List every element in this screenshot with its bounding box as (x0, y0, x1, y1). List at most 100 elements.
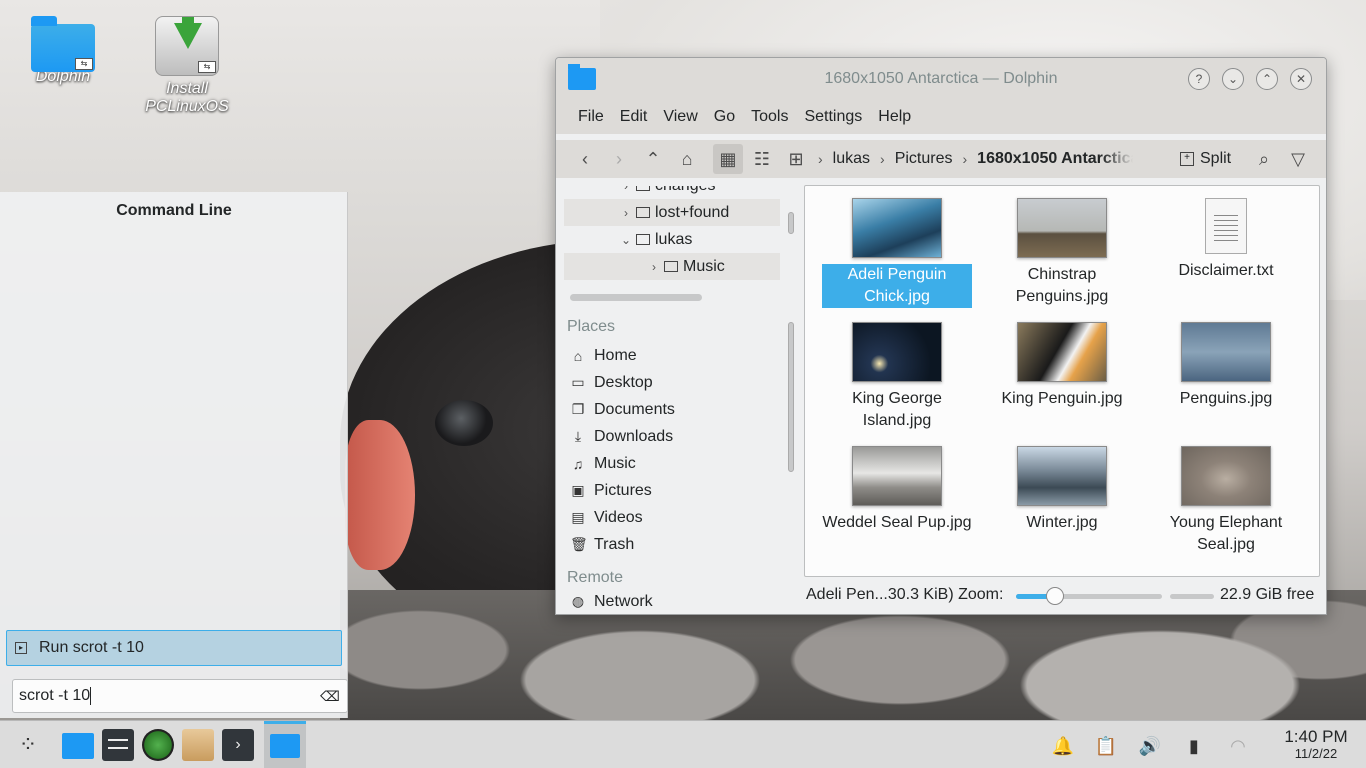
home-button[interactable]: ⌂ (672, 144, 702, 174)
menu-edit[interactable]: Edit (612, 108, 656, 126)
image-thumbnail (1181, 322, 1271, 382)
place-network[interactable]: ◍ Network (570, 593, 653, 613)
desktop-icon-install[interactable]: ⇆ Install PCLinuxOS (132, 16, 242, 116)
menu-settings[interactable]: Settings (796, 108, 870, 126)
pictures-icon: ▣ (571, 482, 585, 498)
details-view-button[interactable]: ⊞ (781, 144, 811, 174)
collapse-icon[interactable]: ⌄ (618, 233, 634, 247)
system-settings-launcher-icon[interactable] (102, 729, 134, 761)
network-icon: ◍ (571, 593, 585, 609)
command-input-text: scrot -t 10 (19, 687, 91, 705)
place-downloads[interactable]: ⤓ Downloads (570, 423, 673, 450)
back-button[interactable]: ‹ (570, 144, 600, 174)
file-item[interactable]: Weddel Seal Pup.jpg (822, 434, 972, 534)
clock-time: 1:40 PM (1284, 727, 1348, 746)
place-label: Trash (594, 535, 635, 553)
file-view[interactable]: Adeli Penguin Chick.jpg Chinstrap Pengui… (804, 185, 1320, 577)
place-videos[interactable]: ▤ Videos (570, 504, 642, 531)
trash-icon: 🗑 (570, 536, 588, 552)
menu-go[interactable]: Go (706, 108, 743, 126)
breadcrumb-pictures[interactable]: Pictures (895, 150, 953, 168)
zoom-slider-handle[interactable] (1046, 587, 1065, 605)
terminal-launcher-icon[interactable]: › (222, 729, 254, 761)
compact-view-button[interactable]: ☷ (747, 144, 777, 174)
tree-horizontal-scrollbar[interactable] (570, 294, 702, 301)
wallpaper-eye (435, 400, 493, 446)
file-item[interactable]: Disclaimer.txt (1151, 186, 1301, 282)
place-desktop[interactable]: ▭ Desktop (570, 369, 652, 396)
expand-icon[interactable]: › (618, 186, 634, 193)
menu-file[interactable]: File (570, 108, 612, 126)
expand-icon[interactable]: › (618, 206, 634, 220)
tree-vertical-scrollbar[interactable] (788, 212, 794, 234)
help-button[interactable]: ? (1188, 68, 1210, 90)
maximize-button[interactable]: ⌃ (1256, 68, 1278, 90)
file-item[interactable]: Penguins.jpg (1151, 310, 1301, 410)
places-vertical-scrollbar[interactable] (788, 322, 794, 472)
menu-tools[interactable]: Tools (743, 108, 796, 126)
breadcrumb-lukas[interactable]: lukas (833, 150, 870, 168)
up-button[interactable]: ⌃ (638, 144, 668, 174)
image-thumbnail (852, 198, 942, 258)
archive-launcher-icon[interactable] (182, 729, 214, 761)
place-home[interactable]: ⌂ Home (570, 342, 637, 369)
filter-button[interactable]: ▽ (1283, 144, 1313, 174)
file-name: Young Elephant Seal.jpg (1169, 514, 1283, 553)
desktop-icon-dolphin[interactable]: ⇆ Dolphin (8, 16, 118, 86)
menu-help[interactable]: Help (870, 108, 919, 126)
package-manager-launcher-icon[interactable] (142, 729, 174, 761)
volume-icon[interactable]: 🔊 (1137, 733, 1163, 759)
image-thumbnail (1181, 446, 1271, 506)
network-wifi-icon[interactable]: ◠ (1225, 733, 1251, 759)
menu-view[interactable]: View (655, 108, 705, 126)
file-name: Weddel Seal Pup.jpg (822, 514, 972, 531)
place-music[interactable]: ♫ Music (570, 450, 636, 477)
place-label: Downloads (594, 427, 674, 445)
icons-view-button[interactable]: ▦ (713, 144, 743, 174)
minimize-button[interactable]: ⌄ (1222, 68, 1244, 90)
notifications-icon[interactable]: 🔔 (1050, 733, 1076, 759)
place-trash[interactable]: 🗑 Trash (570, 531, 634, 558)
tree-row[interactable]: ⌄ lukas (564, 226, 780, 253)
menu-bar: File Edit View Go Tools Settings Help (556, 100, 1326, 134)
file-item[interactable]: Chinstrap Penguins.jpg (987, 186, 1137, 308)
zoom-slider[interactable] (1016, 587, 1162, 605)
dolphin-task-button[interactable] (264, 721, 306, 768)
file-item[interactable]: Winter.jpg (987, 434, 1137, 534)
forward-button[interactable]: › (604, 144, 634, 174)
file-manager-launcher-icon[interactable] (62, 733, 94, 759)
breadcrumb: › lukas › Pictures › 1680x1050 Antarctic… (818, 150, 1133, 168)
split-icon: + (1180, 152, 1194, 166)
file-name: Chinstrap Penguins.jpg (1015, 266, 1109, 305)
search-button[interactable]: ⌕ (1249, 144, 1279, 174)
clock-date: 11/2/22 (1294, 746, 1338, 761)
install-drive-icon: ⇆ (155, 16, 219, 76)
file-item[interactable]: Adeli Penguin Chick.jpg (822, 186, 972, 308)
title-bar[interactable]: 1680x1050 Antarctica — Dolphin ? ⌄ ⌃ ✕ (556, 58, 1326, 100)
tree-row[interactable]: › changes (564, 186, 780, 199)
tree-row[interactable]: › Music (564, 253, 780, 280)
tree-row[interactable]: › lost+found (564, 199, 780, 226)
file-item[interactable]: King George Island.jpg (822, 310, 972, 432)
command-input[interactable]: scrot -t 10 ⌫ (12, 679, 348, 713)
tree-row-label: lost+found (655, 203, 730, 221)
place-label: Pictures (594, 481, 652, 499)
clipboard-icon[interactable]: 📋 (1093, 733, 1119, 759)
application-launcher-icon[interactable]: ⁘ (12, 729, 44, 761)
panel-title: Command Line (116, 202, 232, 219)
place-documents[interactable]: ❐ Documents (570, 396, 675, 423)
place-pictures[interactable]: ▣ Pictures (570, 477, 652, 504)
file-item[interactable]: Young Elephant Seal.jpg (1151, 434, 1301, 556)
removable-device-icon[interactable]: ▮ (1181, 733, 1207, 759)
clear-text-icon[interactable]: ⌫ (319, 688, 341, 704)
breadcrumb-current[interactable]: 1680x1050 Antarctica (977, 150, 1133, 168)
wallpaper-beak (345, 420, 415, 570)
run-command-result[interactable]: ▸ Run scrot -t 10 (6, 630, 342, 666)
expand-icon[interactable]: › (646, 260, 662, 274)
status-bar: Adeli Pen...30.3 KiB) Zoom: 22.9 GiB fre… (804, 584, 1320, 610)
digital-clock[interactable]: 1:40 PM 11/2/22 (1278, 727, 1354, 761)
close-button[interactable]: ✕ (1290, 68, 1312, 90)
tree-row-label: changes (655, 186, 716, 195)
split-button[interactable]: + Split (1180, 150, 1231, 168)
file-item[interactable]: King Penguin.jpg (987, 310, 1137, 410)
